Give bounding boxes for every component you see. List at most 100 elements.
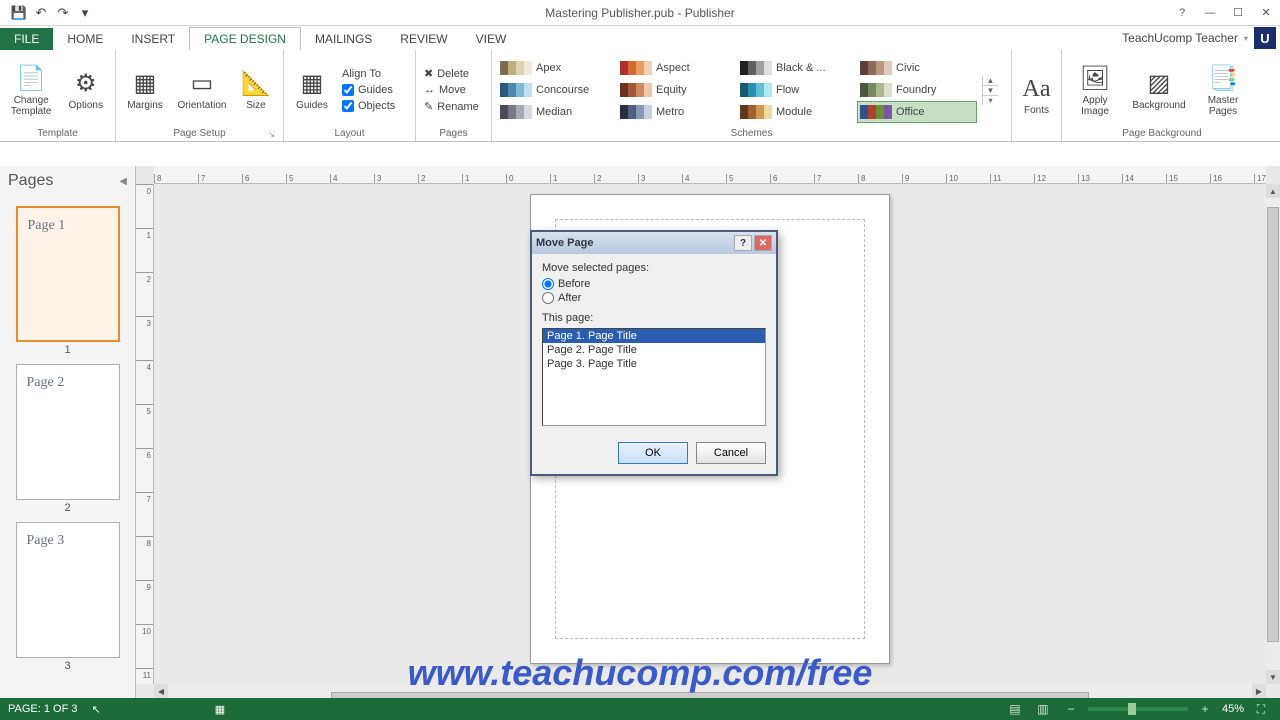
object-size-icon: ▦ (215, 703, 225, 716)
group-page-setup-label: Page Setup↘ (122, 126, 277, 141)
before-radio[interactable]: Before (542, 278, 766, 290)
single-page-view-icon[interactable]: ▤ (1004, 700, 1026, 718)
group-template-label: Template (6, 126, 109, 141)
move-page-button[interactable]: ↔Move (422, 83, 481, 97)
scheme-item[interactable]: Flow (738, 80, 856, 100)
collapse-panel-icon[interactable]: ◀ (119, 176, 127, 187)
fit-page-icon[interactable]: ⛶ (1250, 700, 1272, 718)
minimize-button[interactable]: — (1200, 5, 1220, 21)
tab-view[interactable]: VIEW (462, 28, 521, 50)
cancel-button[interactable]: Cancel (696, 442, 766, 464)
page-thumbnail[interactable]: Page 2 (16, 364, 120, 500)
titlebar: 💾 ↶ ↷ ▾ Mastering Publisher.pub - Publis… (0, 0, 1280, 26)
cursor-position-icon: ↖ (92, 703, 101, 716)
objects-checkbox[interactable]: Objects (340, 99, 397, 113)
save-icon[interactable]: 💾 (10, 4, 28, 22)
after-radio[interactable]: After (542, 292, 766, 304)
user-badge[interactable]: U (1254, 27, 1276, 49)
move-selected-label: Move selected pages: (542, 262, 766, 274)
group-schemes-label: Schemes (498, 126, 1005, 141)
tab-page-design[interactable]: PAGE DESIGN (189, 27, 301, 50)
scheme-item[interactable]: Black & ... (738, 58, 856, 78)
delete-page-button[interactable]: ✖Delete (422, 66, 481, 81)
ribbon: 📄Change Template ⚙Options Template ▦Marg… (0, 50, 1280, 142)
close-button[interactable]: ✕ (1256, 5, 1276, 21)
window-title: Mastering Publisher.pub - Publisher (545, 6, 734, 20)
page-setup-launcher-icon[interactable]: ↘ (268, 130, 275, 139)
page-thumbnail[interactable]: Page 1 (16, 206, 120, 342)
scheme-item[interactable]: Concourse (498, 80, 616, 100)
tab-review[interactable]: REVIEW (386, 28, 461, 50)
scheme-item[interactable]: Metro (618, 102, 736, 122)
size-button[interactable]: 📐Size (236, 56, 276, 124)
page-status[interactable]: PAGE: 1 OF 3 (8, 703, 78, 715)
options-button[interactable]: ⚙Options (62, 56, 109, 124)
help-icon[interactable]: ? (1172, 5, 1192, 21)
group-pages-label: Pages (422, 126, 485, 141)
pages-panel: Pages ◀ Page 1 1 Page 2 2 Page 3 3 (0, 166, 136, 698)
gallery-more-icon[interactable]: ▾ (983, 96, 998, 105)
orientation-button[interactable]: ▭Orientation (174, 56, 230, 124)
background-button[interactable]: ▨Background (1128, 56, 1190, 124)
scheme-item[interactable]: Civic (858, 58, 976, 78)
tab-mailings[interactable]: MAILINGS (301, 28, 386, 50)
tab-home[interactable]: HOME (53, 28, 117, 50)
redo-icon[interactable]: ↷ (54, 4, 72, 22)
master-pages-button[interactable]: 📑Master Pages (1196, 56, 1250, 124)
statusbar: PAGE: 1 OF 3 ↖ ▦ ▤ ▥ − + 45% ⛶ (0, 698, 1280, 720)
thumbnail-number: 1 (4, 344, 131, 356)
tab-file[interactable]: FILE (0, 28, 53, 50)
scroll-left-icon[interactable]: ◀ (154, 684, 168, 698)
scheme-item[interactable]: Office (858, 102, 976, 122)
ok-button[interactable]: OK (618, 442, 688, 464)
group-page-background-label: Page Background (1068, 126, 1256, 141)
dialog-titlebar[interactable]: Move Page ? ✕ (532, 232, 776, 254)
change-template-button[interactable]: 📄Change Template (6, 56, 56, 124)
delete-icon: ✖ (424, 67, 433, 80)
scheme-item[interactable]: Module (738, 102, 856, 122)
page-thumbnails: Page 1 1 Page 2 2 Page 3 3 (0, 196, 135, 698)
gallery-up-icon[interactable]: ▲ (983, 76, 998, 86)
scroll-down-icon[interactable]: ▼ (1266, 670, 1280, 684)
page-listbox[interactable]: Page 1. Page TitlePage 2. Page TitlePage… (542, 328, 766, 426)
fonts-button[interactable]: AaFonts (1018, 62, 1055, 130)
tab-insert[interactable]: INSERT (117, 28, 189, 50)
thumbnail-number: 3 (4, 660, 131, 672)
two-page-view-icon[interactable]: ▥ (1032, 700, 1054, 718)
undo-icon[interactable]: ↶ (32, 4, 50, 22)
vertical-scrollbar[interactable]: ▲ ▼ (1266, 184, 1280, 684)
zoom-in-icon[interactable]: + (1194, 700, 1216, 718)
zoom-out-icon[interactable]: − (1060, 700, 1082, 718)
apply-image-button[interactable]: 🖼Apply Image (1068, 56, 1122, 124)
scroll-right-icon[interactable]: ▶ (1252, 684, 1266, 698)
maximize-button[interactable]: ☐ (1228, 5, 1248, 21)
scheme-item[interactable]: Foundry (858, 80, 976, 100)
zoom-level[interactable]: 45% (1222, 703, 1244, 715)
scheme-item[interactable]: Median (498, 102, 616, 122)
rename-page-button[interactable]: ✎Rename (422, 99, 481, 114)
scheme-item[interactable]: Equity (618, 80, 736, 100)
margins-button[interactable]: ▦Margins (122, 56, 168, 124)
guides-checkbox[interactable]: Guides (340, 83, 397, 97)
listbox-item[interactable]: Page 1. Page Title (543, 329, 765, 343)
listbox-item[interactable]: Page 2. Page Title (543, 343, 765, 357)
move-page-dialog: Move Page ? ✕ Move selected pages: Befor… (530, 230, 778, 476)
scroll-up-icon[interactable]: ▲ (1266, 184, 1280, 198)
page-thumbnail[interactable]: Page 3 (16, 522, 120, 658)
qat-customize-icon[interactable]: ▾ (76, 4, 94, 22)
group-layout-label: Layout (290, 126, 409, 141)
horizontal-ruler: 8765432101234567891011121314151617 (154, 166, 1266, 184)
guides-button[interactable]: ▦Guides (290, 56, 334, 124)
thumbnail-number: 2 (4, 502, 131, 514)
zoom-slider[interactable] (1088, 707, 1188, 711)
dialog-help-icon[interactable]: ? (734, 235, 752, 251)
listbox-item[interactable]: Page 3. Page Title (543, 357, 765, 371)
gallery-down-icon[interactable]: ▼ (983, 86, 998, 96)
dialog-close-icon[interactable]: ✕ (754, 235, 772, 251)
scheme-item[interactable]: Apex (498, 58, 616, 78)
scheme-item[interactable]: Aspect (618, 58, 736, 78)
align-to-label: Align To (340, 67, 397, 81)
pages-panel-title: Pages (8, 172, 53, 190)
ribbon-tabs: FILE HOME INSERT PAGE DESIGN MAILINGS RE… (0, 26, 1280, 50)
schemes-gallery[interactable]: ApexAspectBlack & ...Civic ConcourseEquit… (498, 58, 976, 122)
